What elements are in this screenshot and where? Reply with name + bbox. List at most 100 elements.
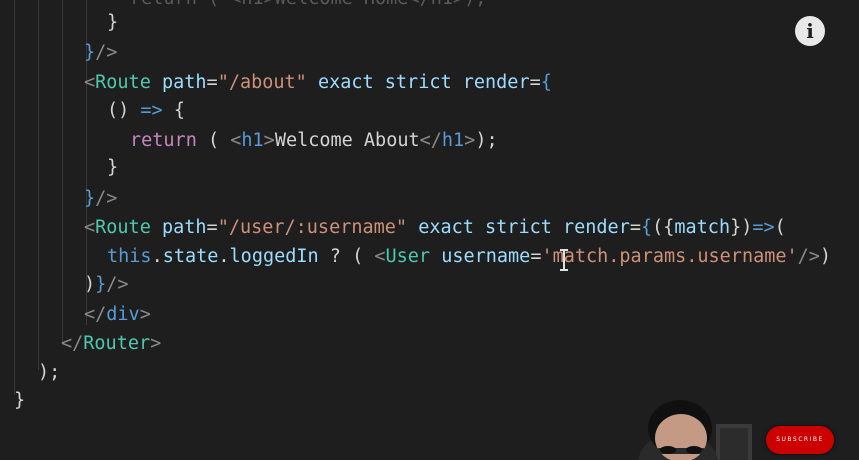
code-token: render bbox=[462, 72, 530, 93]
code-line: <Route path="/about" exact strict render… bbox=[84, 70, 552, 96]
code-token: ( bbox=[774, 217, 786, 238]
code-token: = bbox=[529, 72, 541, 93]
code-token: Welcome About bbox=[274, 130, 420, 151]
code-token: this bbox=[107, 246, 152, 267]
code-token: ? ( bbox=[318, 246, 375, 267]
code-token: path bbox=[161, 72, 207, 93]
code-token: </ bbox=[84, 304, 107, 325]
code-token: ' bbox=[541, 246, 553, 267]
code-token: < bbox=[84, 72, 96, 93]
code-token: ) bbox=[84, 274, 96, 295]
code-line: }/> bbox=[84, 186, 117, 212]
code-token: return bbox=[130, 130, 197, 151]
code-token: > bbox=[139, 304, 151, 325]
info-button[interactable]: i bbox=[795, 16, 825, 46]
code-line: this.state.loggedIn ? ( <User username='… bbox=[107, 244, 831, 270]
code-token: = bbox=[206, 72, 218, 93]
code-token: < bbox=[230, 130, 242, 151]
code-line: )}/> bbox=[84, 272, 129, 298]
code-line: () => { bbox=[107, 98, 185, 124]
code-line: }/> bbox=[84, 40, 117, 66]
code-token: () bbox=[107, 100, 141, 121]
code-token: </ bbox=[419, 130, 442, 151]
code-token: { bbox=[162, 100, 185, 121]
indent-guide bbox=[62, 0, 63, 345]
code-line: <Route path="/user/:username" exact stri… bbox=[84, 215, 786, 241]
subscribe-label: SUBSCRIBE bbox=[776, 436, 824, 443]
code-token: h1 bbox=[441, 130, 465, 151]
code-token: match.params.username bbox=[552, 246, 787, 267]
text-cursor-icon bbox=[560, 249, 568, 271]
code-token: exact bbox=[317, 72, 374, 93]
code-token: = bbox=[206, 217, 218, 238]
code-token: ({ bbox=[652, 217, 675, 238]
code-token: > bbox=[263, 130, 275, 151]
code-token: . bbox=[218, 246, 230, 267]
code-token: strict bbox=[384, 72, 452, 93]
code-line: } bbox=[14, 388, 25, 414]
indent-guide bbox=[38, 0, 39, 370]
code-token: Router bbox=[83, 333, 151, 354]
video-frame: return ( <h1>Welcome Home</h1>); } }/> <… bbox=[0, 0, 859, 460]
code-line: ); bbox=[38, 360, 60, 386]
code-token: User bbox=[385, 246, 431, 267]
code-line: } bbox=[107, 10, 118, 36]
code-token: }) bbox=[730, 217, 753, 238]
code-token: h1 bbox=[241, 130, 264, 151]
code-token: match bbox=[674, 217, 731, 238]
code-token: { bbox=[540, 72, 552, 93]
code-token: path bbox=[161, 217, 207, 238]
code-token: loggedIn bbox=[229, 246, 319, 267]
code-token: ( bbox=[196, 130, 231, 151]
code-token: /> bbox=[106, 274, 129, 295]
code-token: /> bbox=[797, 246, 820, 267]
code-token: </ bbox=[61, 333, 84, 354]
code-token: } bbox=[84, 188, 96, 209]
presenter-webcam bbox=[628, 398, 758, 460]
code-token: < bbox=[374, 246, 386, 267]
code-token: { bbox=[640, 217, 653, 238]
code-token: state bbox=[162, 246, 219, 267]
code-token: username bbox=[441, 246, 531, 267]
code-token: "/about" bbox=[217, 72, 307, 93]
code-token: => bbox=[752, 217, 775, 238]
code-token: return ( <h1>Welcome Home</h1>); bbox=[130, 0, 486, 9]
code-line: </div> bbox=[84, 302, 151, 328]
code-token: Route bbox=[95, 72, 151, 93]
code-token: /> bbox=[95, 42, 118, 63]
code-token: Route bbox=[95, 217, 151, 238]
code-token: "/user/:username" bbox=[217, 217, 408, 238]
code-token: => bbox=[140, 100, 163, 121]
code-token: } bbox=[84, 42, 96, 63]
subscribe-button[interactable]: SUBSCRIBE bbox=[766, 426, 834, 454]
code-token: strict bbox=[485, 217, 552, 238]
code-token: div bbox=[106, 304, 140, 325]
code-token: > bbox=[464, 130, 476, 151]
code-token: ); bbox=[475, 130, 498, 151]
code-line: return ( <h1>Welcome About</h1>); bbox=[130, 128, 498, 154]
code-line: </Router> bbox=[61, 331, 161, 357]
code-line: return ( <h1>Welcome Home</h1>); bbox=[130, 0, 486, 12]
code-token: } bbox=[14, 390, 26, 411]
code-token: . bbox=[151, 246, 163, 267]
code-token: < bbox=[84, 217, 96, 238]
code-line: } bbox=[107, 155, 118, 181]
indent-guide bbox=[14, 0, 15, 395]
code-token: /> bbox=[95, 188, 118, 209]
code-token: ' bbox=[786, 246, 798, 267]
code-token: } bbox=[107, 12, 119, 33]
code-token: } bbox=[95, 274, 107, 295]
code-token: render bbox=[563, 217, 630, 238]
code-token: = bbox=[530, 246, 542, 267]
code-token: ) bbox=[819, 246, 832, 267]
code-token: > bbox=[150, 333, 162, 354]
